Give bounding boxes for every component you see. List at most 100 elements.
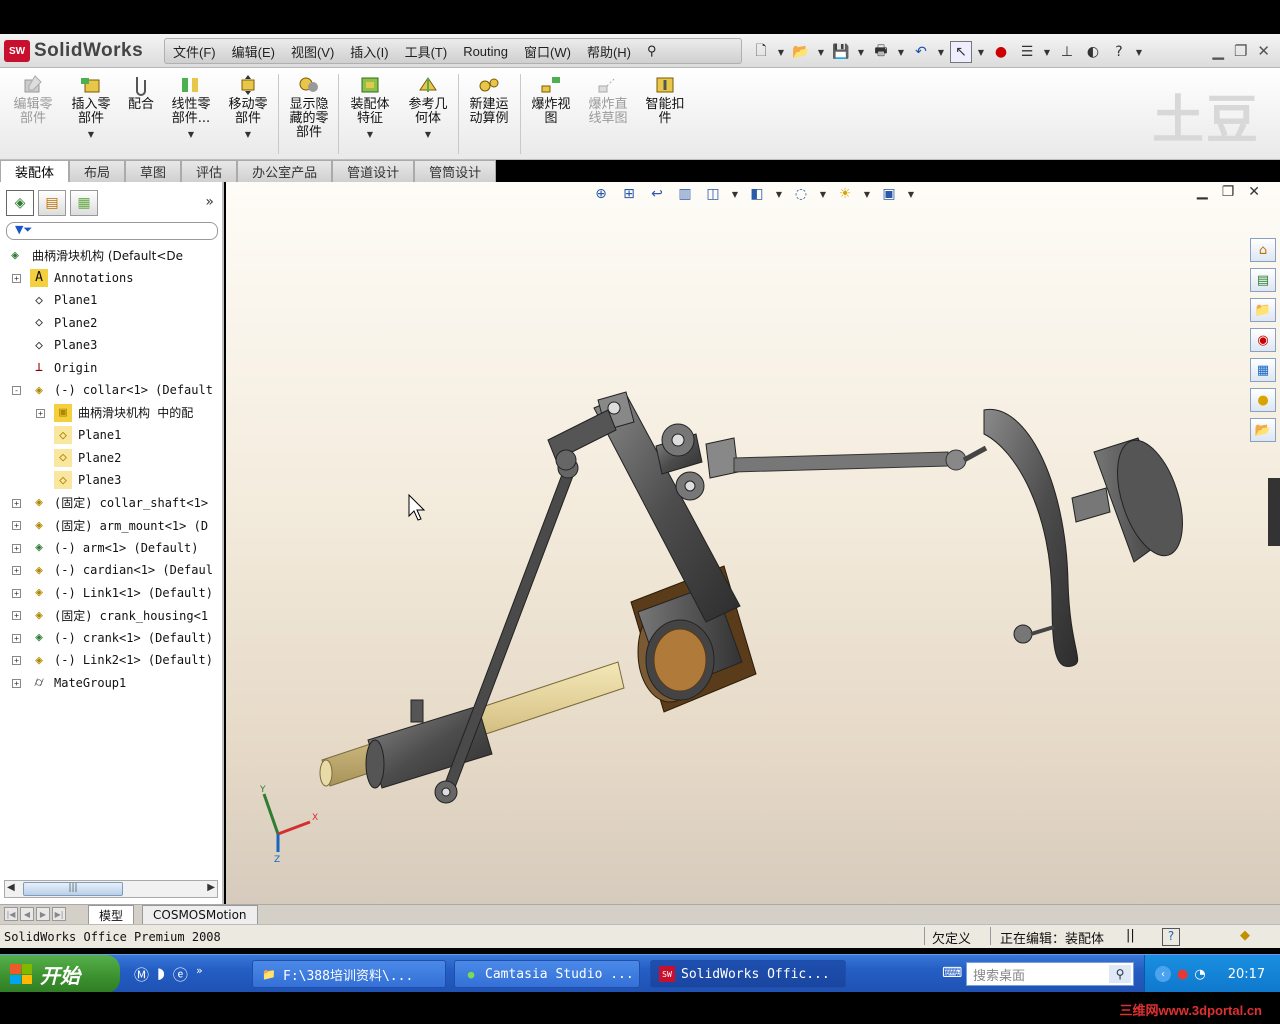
link1[interactable] [547, 409, 617, 471]
menu-window[interactable]: 窗口(W) [524, 42, 571, 61]
view-palette-icon[interactable]: ▦ [1250, 358, 1276, 382]
custom-properties-icon[interactable]: 📂 [1250, 418, 1276, 442]
expand-icon[interactable]: + [12, 678, 21, 688]
menu-file[interactable]: 文件(F) [173, 42, 216, 61]
expand-icon[interactable]: + [12, 656, 21, 665]
solidworks-resources-icon[interactable]: ⌂ [1250, 238, 1276, 262]
tree-item[interactable]: ◇ Plane2 [0, 447, 222, 470]
tree-item[interactable]: + ◈ (-) crank<1> (Default) [0, 627, 222, 650]
insert-component-dropdown-icon[interactable]: ▼ [88, 128, 94, 142]
app-logo[interactable]: SW SolidWorks [4, 39, 143, 63]
tree-item[interactable]: + ◈ (固定) crank_housing<1 [0, 604, 222, 627]
search-icon[interactable]: ◉ [1250, 328, 1276, 352]
taskbar-folder-window[interactable]: 📁 F:\388培训资料\... [252, 960, 446, 988]
tray-volume-icon[interactable]: ◔ [1194, 967, 1205, 982]
tab-tubing[interactable]: 管筒设计 [414, 160, 497, 182]
tree-item[interactable]: + ◈ (-) Link1<1> (Default) [0, 582, 222, 605]
scroll-right-icon[interactable]: ▶ [207, 882, 215, 893]
tree-item[interactable]: + ◈ (-) arm<1> (Default) [0, 537, 222, 560]
scroll-thumb[interactable]: ||| [23, 882, 123, 896]
last-tab-icon[interactable]: ▶| [52, 907, 66, 921]
cardian[interactable] [655, 423, 967, 501]
arm[interactable] [593, 391, 741, 623]
crank-housing[interactable] [962, 409, 1079, 668]
crank-slider-model[interactable] [226, 182, 1280, 904]
search-icon[interactable]: ⚲ [1109, 965, 1131, 983]
print-dropdown-icon[interactable]: ▼ [896, 48, 906, 57]
tree-item[interactable]: ◇ Plane2 [0, 312, 222, 335]
expand-icon[interactable]: + [12, 498, 21, 508]
tree-item[interactable]: ⊥ Origin [0, 357, 222, 380]
close-icon[interactable]: ✕ [1257, 42, 1270, 60]
tray-expand-icon[interactable]: ‹ [1155, 966, 1171, 982]
menu-routing[interactable]: Routing [463, 44, 508, 59]
select-dropdown-icon[interactable]: ▼ [976, 48, 986, 57]
next-tab-icon[interactable]: ▶ [36, 907, 50, 921]
linear-pattern-button[interactable]: 线性零 部件... ▼ [162, 74, 220, 142]
tab-office-products[interactable]: 办公室产品 [237, 160, 333, 182]
tray-record-icon[interactable]: ● [1177, 967, 1188, 982]
feature-manager-tab-icon[interactable]: ◈ [6, 190, 34, 216]
reference-geometry-dropdown-icon[interactable]: ▼ [425, 128, 431, 142]
move-component-button[interactable]: 移动零 部件 ▼ [219, 74, 277, 142]
tree-item[interactable]: + ▣ 曲柄滑块机构 中的配 [0, 402, 222, 425]
tab-model[interactable]: 模型 [88, 905, 135, 925]
exploded-view-button[interactable]: 爆炸视 图 [522, 74, 580, 126]
print-icon[interactable]: 🖶 [870, 41, 892, 63]
tree-item[interactable]: + ◈ (-) cardian<1> (Defaul [0, 559, 222, 582]
horizontal-scrollbar[interactable]: ◀ ||| ▶ [4, 880, 218, 898]
restore-icon[interactable]: ❐ [1234, 42, 1247, 60]
quick-tips-help-icon[interactable]: ? [1162, 928, 1180, 946]
undo-icon[interactable]: ↶ [910, 41, 932, 63]
expand-icon[interactable]: + [12, 273, 21, 283]
panel-expand-icon[interactable]: » [205, 194, 214, 210]
menu-edit[interactable]: 编辑(E) [232, 42, 275, 61]
search-page-icon[interactable]: ◐ [1082, 41, 1104, 63]
rebuild-traffic-light-icon[interactable]: ● [990, 41, 1012, 63]
show-hidden-components-button[interactable]: 显示隐 藏的零 部件 [280, 74, 338, 140]
tree-item[interactable]: + ◈ (-) Link2<1> (Default) [0, 649, 222, 672]
tree-root[interactable]: ◈ 曲柄滑块机构 (Default<De [0, 244, 222, 267]
expand-icon[interactable]: + [12, 633, 21, 643]
tree-item[interactable]: + ◈ (固定) collar_shaft<1> [0, 492, 222, 515]
start-button[interactable]: 开始 [0, 955, 120, 993]
tab-evaluate[interactable]: 评估 [181, 160, 238, 182]
desktop-search-input[interactable]: 搜索桌面 ⚲ [966, 962, 1134, 986]
taskbar-camtasia-window[interactable]: ● Camtasia Studio ... [454, 960, 640, 988]
design-library-icon[interactable]: ▤ [1250, 268, 1276, 292]
tree-item[interactable]: ◇ Plane3 [0, 469, 222, 492]
menu-insert[interactable]: 插入(I) [350, 42, 388, 61]
tab-sketch[interactable]: 草图 [125, 160, 182, 182]
explode-line-sketch-button[interactable]: 爆炸直 线草图 [579, 74, 637, 126]
configuration-manager-tab-icon[interactable]: ▦ [70, 190, 98, 216]
expand-icon[interactable]: + [36, 408, 45, 418]
undo-dropdown-icon[interactable]: ▼ [936, 48, 946, 57]
pin-icon[interactable]: ⚲ [647, 43, 657, 59]
options-icon[interactable]: ☰ [1016, 41, 1038, 63]
tab-layout[interactable]: 布局 [69, 160, 126, 182]
open-folder-icon[interactable]: 📂 [790, 41, 812, 63]
tree-item[interactable]: ◇ Plane3 [0, 334, 222, 357]
taskbar-solidworks-window[interactable]: SW SolidWorks Offic... [650, 960, 846, 988]
tree-item[interactable]: + ◈ (固定) arm_mount<1> (D [0, 514, 222, 537]
tree-filter[interactable]: ▼⏷ [6, 222, 218, 240]
quick-launch-media-icon[interactable]: ◗ [157, 964, 165, 985]
expand-icon[interactable]: + [12, 543, 21, 553]
expand-icon[interactable]: + [12, 611, 21, 620]
keyboard-icon[interactable]: ⌨ [942, 965, 962, 981]
select-arrow-icon[interactable]: ↖ [950, 41, 972, 63]
assembly-features-button[interactable]: 装配体 特征 ▼ [341, 74, 399, 142]
save-dropdown-icon[interactable]: ▼ [856, 48, 866, 57]
tree-item[interactable]: ◇ Plane1 [0, 424, 222, 447]
quick-launch-more-icon[interactable]: » [196, 964, 203, 985]
file-explorer-icon[interactable]: 📁 [1250, 298, 1276, 322]
quick-launch-ie-icon[interactable]: ⓔ [173, 964, 188, 985]
menu-tools[interactable]: 工具(T) [405, 42, 448, 61]
crank[interactable] [1071, 432, 1195, 563]
linear-pattern-dropdown-icon[interactable]: ▼ [188, 128, 194, 142]
edit-component-button[interactable]: 编辑零 部件 [4, 74, 62, 126]
minimize-icon[interactable]: ▁ [1212, 42, 1224, 60]
help-icon[interactable]: ? [1108, 41, 1130, 63]
menu-help[interactable]: 帮助(H) [587, 42, 631, 61]
menu-view[interactable]: 视图(V) [291, 42, 334, 61]
